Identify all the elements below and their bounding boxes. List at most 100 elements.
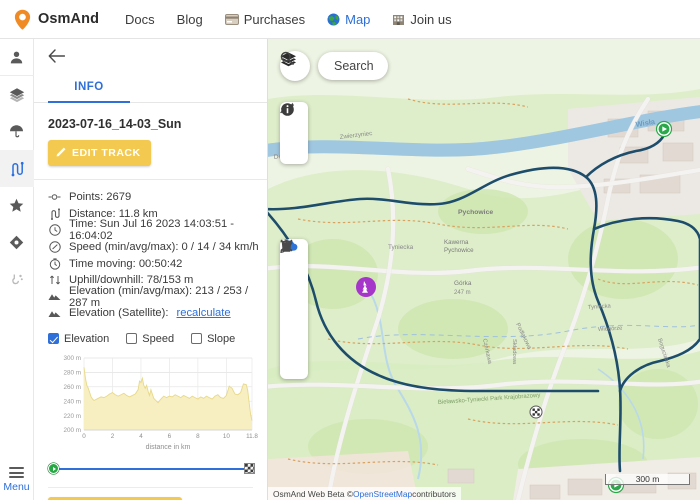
edit-track-label: EDIT TRACK [72,147,141,159]
edit-pencil-icon[interactable] [280,270,308,296]
checkbox-slope-label: Slope [207,333,235,345]
track-range-slider[interactable] [48,461,254,477]
svg-text:Górka: Górka [454,280,472,287]
stat-points-label: Points: 2679 [69,191,131,203]
svg-text:11.8: 11.8 [246,433,258,440]
map-search-label: Search [334,59,374,73]
svg-text:220 m: 220 m [63,413,81,420]
tab-info-label: INFO [74,81,103,93]
card-icon [225,14,239,25]
hamburger-icon [9,467,24,478]
stat-time-moving-label: Time moving: 00:50:42 [69,258,182,270]
updown-icon [48,274,61,286]
mountain-icon [48,292,61,301]
menu-button[interactable]: Menu [0,467,34,500]
nav-link-blog[interactable]: Blog [177,12,203,27]
nav-label-map: Map [345,12,370,27]
brand-logo[interactable]: OsmAnd [14,9,99,30]
sidebar-topbar [34,39,267,72]
page-title: 2023-07-16_14-03_Sun [34,103,267,131]
map-scale-bar: 300 m [605,474,690,485]
chart-series-checkboxes: Elevation Speed Slope [34,322,267,345]
svg-text:300 m: 300 m [63,355,81,362]
map-scale-label: 300 m [636,474,660,484]
nav-link-map[interactable]: Map [327,12,370,27]
points-icon [48,193,61,201]
nav-link-docs[interactable]: Docs [125,12,155,27]
svg-text:Tyniecka: Tyniecka [388,244,414,251]
stat-elevation-satellite-label: Elevation (Satellite): [69,307,169,319]
svg-text:Składowa: Składowa [511,339,517,365]
timer-icon [48,258,61,270]
slider-start-handle[interactable] [48,463,59,474]
openstreetmap-link[interactable]: OpenStreetMap [353,489,412,499]
stat-time-label: Time: Sun Jul 16 2023 14:03:51 - 16:04:0… [69,218,267,242]
brand-name: OsmAnd [38,11,99,27]
info-icon[interactable] [280,133,308,159]
speed-icon [48,241,61,253]
distance-icon [48,208,61,220]
svg-text:2: 2 [111,433,115,440]
checkbox-speed-box[interactable] [126,333,137,344]
svg-text:8: 8 [196,433,200,440]
osmand-logo-icon [14,9,31,30]
download-icon[interactable] [280,296,308,322]
edit-track-button[interactable]: EDIT TRACK [48,140,151,166]
svg-text:4: 4 [139,433,143,440]
mountain-icon [48,309,61,318]
svg-text:distance in km: distance in km [146,444,191,451]
navigation-icon[interactable] [0,224,34,261]
close-icon[interactable] [280,348,308,374]
map-file-tools [280,239,308,379]
checkbox-slope[interactable]: Slope [191,333,235,345]
nav-label-docs: Docs [125,12,155,27]
site-header: OsmAnd Docs Blog Purchases Map Join us [0,0,700,39]
svg-text:6: 6 [168,433,172,440]
profile-icon[interactable] [0,39,34,76]
checkbox-elevation[interactable]: Elevation [48,333,109,345]
svg-text:280 m: 280 m [63,369,81,376]
slider-end-handle[interactable] [244,463,255,474]
stat-points: Points: 2679 [48,189,267,206]
sidebar-body: 2023-07-16_14-03_Sun EDIT TRACK Points: … [34,103,267,500]
stat-time: Time: Sun Jul 16 2023 14:03:51 - 16:04:0… [48,222,267,239]
trash-icon[interactable] [280,322,308,348]
sidebar-item-tracks[interactable] [0,150,34,187]
layers-icon[interactable] [0,76,34,113]
stat-speed: Speed (min/avg/max): 0 / 14 / 34 km/h [48,239,267,256]
back-arrow-icon[interactable] [48,49,65,63]
favorites-star-icon[interactable] [0,187,34,224]
svg-text:Wiegórze: Wiegórze [598,326,623,333]
sidebar-tabs: INFO [34,72,267,103]
stat-elevation-label: Elevation (min/avg/max): 213 / 253 / 287… [69,285,267,309]
slider-track[interactable] [55,468,247,470]
divider [48,487,253,488]
svg-text:247 m: 247 m [454,290,471,296]
weather-umbrella-icon[interactable] [0,113,34,150]
map-search-button[interactable]: Search [318,52,388,80]
nav-link-join-us[interactable]: Join us [392,12,451,27]
checkbox-elevation-box[interactable] [48,333,59,344]
map-canvas[interactable]: WisłaDębnikiZwierzyniecTynieckaPychowice… [268,39,700,500]
svg-text:200 m: 200 m [63,427,81,434]
globe-icon [327,13,340,26]
edit-pencil-icon [56,146,67,160]
svg-text:260 m: 260 m [63,384,81,391]
map-attribution: OsmAnd Web Beta © OpenStreetMap contribu… [268,487,461,500]
checkbox-elevation-label: Elevation [64,333,109,345]
checkbox-slope-box[interactable] [191,333,202,344]
menu-label: Menu [3,481,29,493]
settings-icon[interactable] [0,261,34,298]
recalculate-link[interactable]: recalculate [177,307,231,319]
nav-label-blog: Blog [177,12,203,27]
nav-link-purchases[interactable]: Purchases [225,12,305,27]
elevation-chart[interactable]: 200 m220 m240 m260 m280 m300 m024681011.… [46,352,258,452]
telegram-icon [392,13,405,26]
stat-time-moving: Time moving: 00:50:42 [48,255,267,272]
svg-text:10: 10 [223,433,231,440]
svg-text:Pychowice: Pychowice [444,247,474,254]
checkbox-speed[interactable]: Speed [126,333,174,345]
tab-info[interactable]: INFO [48,72,130,102]
attribution-suffix: contributors [412,489,456,499]
map-top-controls: Search [280,51,388,81]
